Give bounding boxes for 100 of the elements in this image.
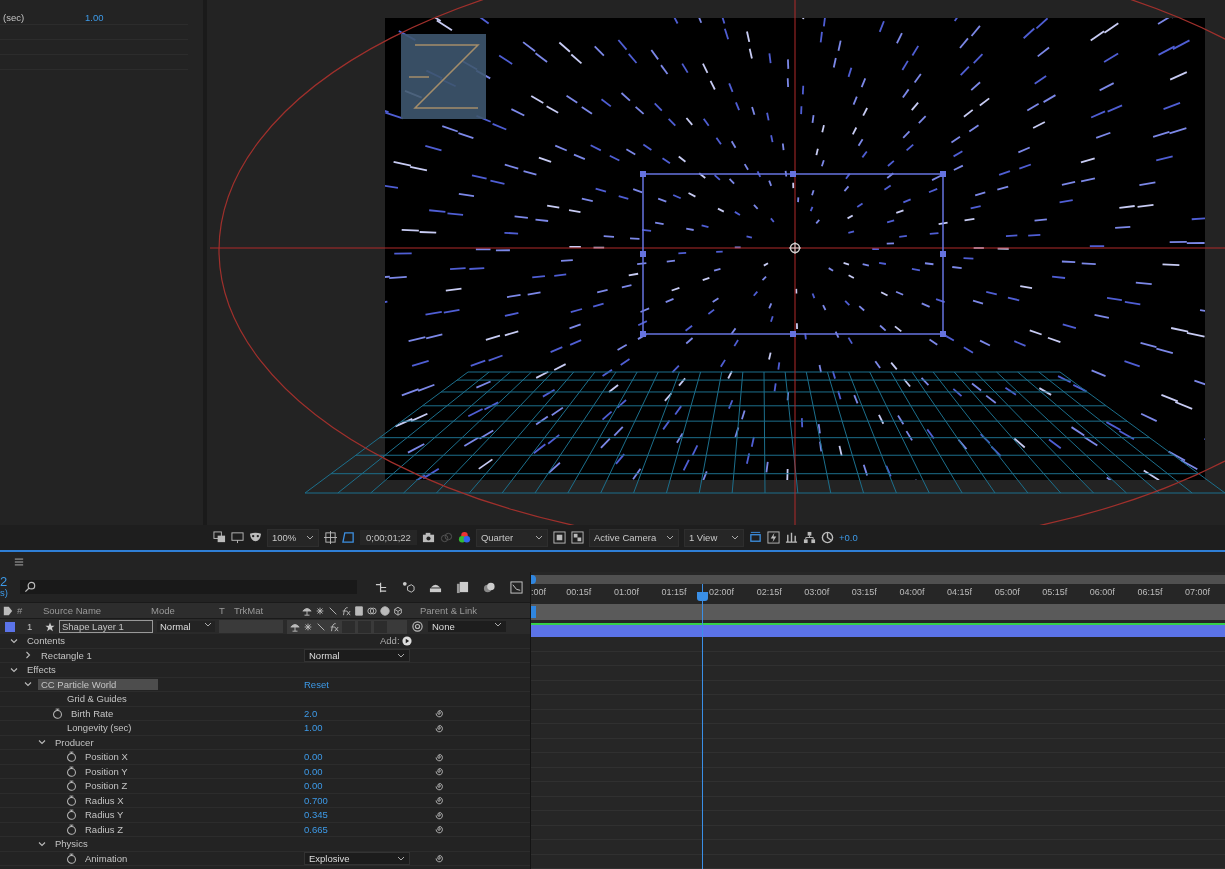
- property-value[interactable]: 0.665: [304, 823, 328, 835]
- composition-flowchart-icon[interactable]: [375, 580, 388, 594]
- property-name[interactable]: Position X: [82, 751, 131, 763]
- stopwatch-icon[interactable]: [66, 780, 77, 792]
- zoom-dropdown[interactable]: 100%: [267, 528, 319, 547]
- grid-icon[interactable]: [324, 531, 337, 544]
- stopwatch-icon[interactable]: [66, 809, 77, 821]
- property-name[interactable]: Radius X: [82, 794, 127, 806]
- layers-icon[interactable]: [213, 531, 226, 544]
- label-tag-icon[interactable]: [3, 605, 13, 616]
- chevron-down-icon[interactable]: [24, 680, 32, 689]
- column-header[interactable]: TrkMat: [234, 605, 298, 616]
- reset-link[interactable]: Reset: [304, 678, 329, 690]
- view-layout-dropdown[interactable]: 1 View: [683, 528, 744, 547]
- stopwatch-icon[interactable]: [66, 765, 77, 777]
- fx-icon[interactable]: [341, 605, 351, 616]
- property-name[interactable]: CC Particle World: [38, 678, 158, 690]
- switch-toggle[interactable]: [374, 620, 387, 633]
- column-header[interactable]: #: [17, 605, 39, 616]
- spiral-icon[interactable]: [434, 809, 444, 820]
- mask-icon[interactable]: [249, 531, 262, 544]
- property-value[interactable]: 0.00: [304, 765, 323, 777]
- stopwatch-icon[interactable]: [66, 751, 77, 763]
- mask-path-icon[interactable]: [342, 531, 355, 544]
- exposure-icon[interactable]: [820, 531, 834, 544]
- column-header[interactable]: Mode: [151, 605, 215, 616]
- bounding-box[interactable]: [640, 171, 946, 337]
- chevron-down-icon[interactable]: [38, 839, 46, 848]
- property-value[interactable]: 1.00: [304, 722, 323, 734]
- frame-blending-icon[interactable]: [456, 580, 469, 594]
- cube-icon[interactable]: [393, 605, 403, 616]
- camera-icon[interactable]: [421, 531, 435, 544]
- column-header[interactable]: T: [219, 605, 230, 616]
- parent-dropdown[interactable]: None: [428, 621, 506, 632]
- transparency-grid-icon[interactable]: [570, 531, 584, 544]
- resolution-dropdown[interactable]: Quarter: [475, 528, 548, 547]
- switch-toggle[interactable]: [358, 620, 371, 633]
- sun-icon[interactable]: [303, 621, 313, 632]
- spiral-icon[interactable]: [434, 722, 444, 733]
- property-name[interactable]: Contents: [24, 635, 69, 647]
- property-value[interactable]: 1.00: [85, 11, 104, 23]
- navigator-handle[interactable]: [531, 575, 536, 584]
- stopwatch-icon[interactable]: [66, 823, 77, 835]
- spiral-icon[interactable]: [434, 766, 444, 777]
- layer-name-field[interactable]: Shape Layer 1: [59, 620, 153, 633]
- region-icon[interactable]: [552, 531, 566, 544]
- slash-icon[interactable]: [328, 605, 338, 616]
- anchor-point-icon[interactable]: [788, 241, 802, 255]
- property-name[interactable]: Position Y: [82, 765, 131, 777]
- property-name[interactable]: Rectangle 1: [38, 649, 95, 661]
- property-value[interactable]: 0.00: [304, 780, 323, 792]
- exposure-value[interactable]: +0.0: [838, 532, 858, 543]
- stopwatch-icon[interactable]: [66, 794, 77, 806]
- sun-icon[interactable]: [315, 605, 325, 616]
- fast-preview-icon[interactable]: [748, 531, 762, 544]
- timecode-field[interactable]: 0;00;01;22: [360, 530, 417, 545]
- spiral-icon[interactable]: [434, 795, 444, 806]
- stopwatch-icon[interactable]: [52, 707, 63, 719]
- stopwatch-icon[interactable]: [66, 852, 77, 864]
- property-name[interactable]: Position Z: [82, 780, 131, 792]
- property-name[interactable]: Producer: [52, 736, 97, 748]
- monitor-icon[interactable]: [231, 531, 244, 544]
- layer-label-color[interactable]: [5, 621, 15, 632]
- property-name[interactable]: Birth Rate: [68, 707, 117, 719]
- pick-whip-icon[interactable]: [411, 620, 424, 633]
- switch-toggle[interactable]: [342, 620, 355, 633]
- column-header[interactable]: Source Name: [43, 605, 147, 616]
- menu-icon[interactable]: [14, 557, 24, 567]
- bars-icon[interactable]: [784, 531, 798, 544]
- spiral-icon[interactable]: [434, 853, 444, 864]
- property-value[interactable]: 0.700: [304, 794, 328, 806]
- property-name[interactable]: Effects: [24, 664, 59, 676]
- property-name[interactable]: Radius Y: [82, 809, 127, 821]
- spiral-icon[interactable]: [434, 751, 444, 762]
- property-value[interactable]: 2.0: [304, 707, 318, 719]
- spiral-icon[interactable]: [434, 824, 444, 835]
- search-field[interactable]: [20, 580, 357, 594]
- lightning-icon[interactable]: [766, 531, 780, 544]
- draft-3d-icon[interactable]: [402, 580, 415, 594]
- column-header[interactable]: Parent & Link: [420, 605, 520, 616]
- slash-icon[interactable]: [316, 621, 326, 632]
- graph-editor-icon[interactable]: [510, 580, 523, 594]
- property-value[interactable]: 0.00: [304, 751, 323, 763]
- camera-dropdown[interactable]: Active Camera: [588, 528, 679, 547]
- color-channels-icon[interactable]: [457, 531, 471, 544]
- property-name[interactable]: Physics: [52, 838, 91, 850]
- property-name[interactable]: Radius Z: [82, 823, 126, 835]
- property-name[interactable]: Grid & Guides: [64, 693, 130, 705]
- fx-icon[interactable]: [329, 621, 339, 632]
- chevron-right-icon[interactable]: [24, 651, 32, 660]
- spiral-icon[interactable]: [434, 780, 444, 791]
- play-circle-icon[interactable]: [401, 635, 412, 646]
- chevron-down-icon[interactable]: [10, 665, 18, 674]
- hierarchy-icon[interactable]: [802, 531, 816, 544]
- property-name[interactable]: Animation: [82, 852, 131, 864]
- mode-dropdown[interactable]: Normal: [157, 621, 215, 632]
- chevron-down-icon[interactable]: [38, 738, 46, 747]
- spiral-icon[interactable]: [434, 708, 444, 719]
- property-name[interactable]: Longevity (sec): [64, 722, 135, 734]
- chevron-down-icon[interactable]: [10, 636, 18, 645]
